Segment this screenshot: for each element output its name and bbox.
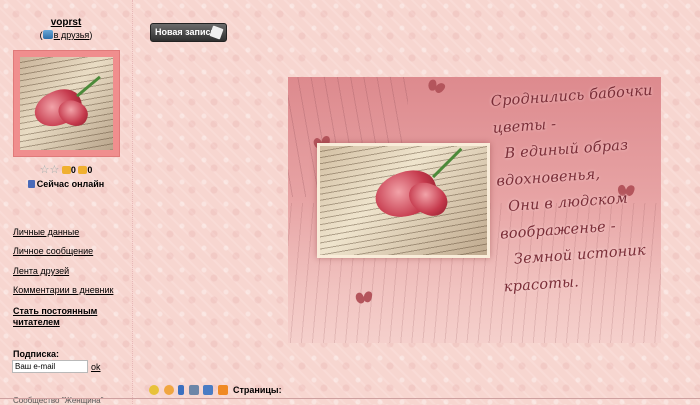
info-icon[interactable] bbox=[178, 384, 185, 395]
poem-text: Сроднились бабочки цветы -В единый образ в… bbox=[490, 77, 661, 300]
online-icon bbox=[27, 180, 35, 188]
subscribe-ok-link[interactable]: ok bbox=[91, 362, 101, 372]
avatar[interactable] bbox=[13, 50, 120, 157]
email-field[interactable] bbox=[12, 360, 88, 373]
print-icon[interactable] bbox=[188, 384, 199, 395]
nav-private-message[interactable]: Личное сообщение bbox=[13, 246, 93, 256]
entry-toolbar bbox=[149, 384, 230, 398]
pages-label: Страницы: bbox=[233, 385, 282, 395]
save-icon[interactable] bbox=[203, 384, 214, 395]
clock-icon[interactable] bbox=[163, 384, 174, 395]
emoji-icon[interactable] bbox=[149, 384, 159, 395]
sidebar: voprst (в друзья) ☆☆ 0 0 Сейчас онлайн Л… bbox=[0, 0, 133, 405]
online-status: Сейчас онлайн bbox=[0, 179, 132, 189]
star-icon: ☆ bbox=[39, 164, 50, 176]
add-to-friends: (в друзья) bbox=[39, 30, 93, 40]
rating-count: 0 bbox=[87, 165, 93, 175]
rating-count: 0 bbox=[70, 165, 76, 175]
divider bbox=[0, 398, 700, 399]
avatar-image bbox=[20, 57, 113, 150]
friends-icon bbox=[42, 30, 53, 39]
nav-diary-comments[interactable]: Комментарии в дневник bbox=[13, 285, 113, 295]
nav-personal-data[interactable]: Личные данные bbox=[13, 227, 79, 237]
post-photo bbox=[317, 143, 490, 258]
rating-row: ☆☆ 0 0 bbox=[0, 164, 132, 176]
star-icon: ☆ bbox=[49, 164, 60, 176]
thumbs-up-icon bbox=[61, 166, 71, 174]
subscribe-label: Подписка: bbox=[13, 349, 60, 359]
rss-icon[interactable] bbox=[217, 384, 228, 395]
post-image: Сроднились бабочки цветы -В единый образ в… bbox=[288, 77, 661, 343]
nav-become-reader[interactable]: Стать постоянным читателем bbox=[13, 306, 123, 328]
add-to-friends-link[interactable]: в друзья bbox=[54, 30, 90, 40]
new-post-button[interactable]: Новая запись bbox=[150, 23, 227, 42]
pencil-icon bbox=[209, 25, 224, 40]
butterfly-icon bbox=[426, 79, 445, 96]
username-link[interactable]: voprst bbox=[0, 17, 132, 28]
nav-friends-feed[interactable]: Лента друзей bbox=[13, 266, 69, 276]
